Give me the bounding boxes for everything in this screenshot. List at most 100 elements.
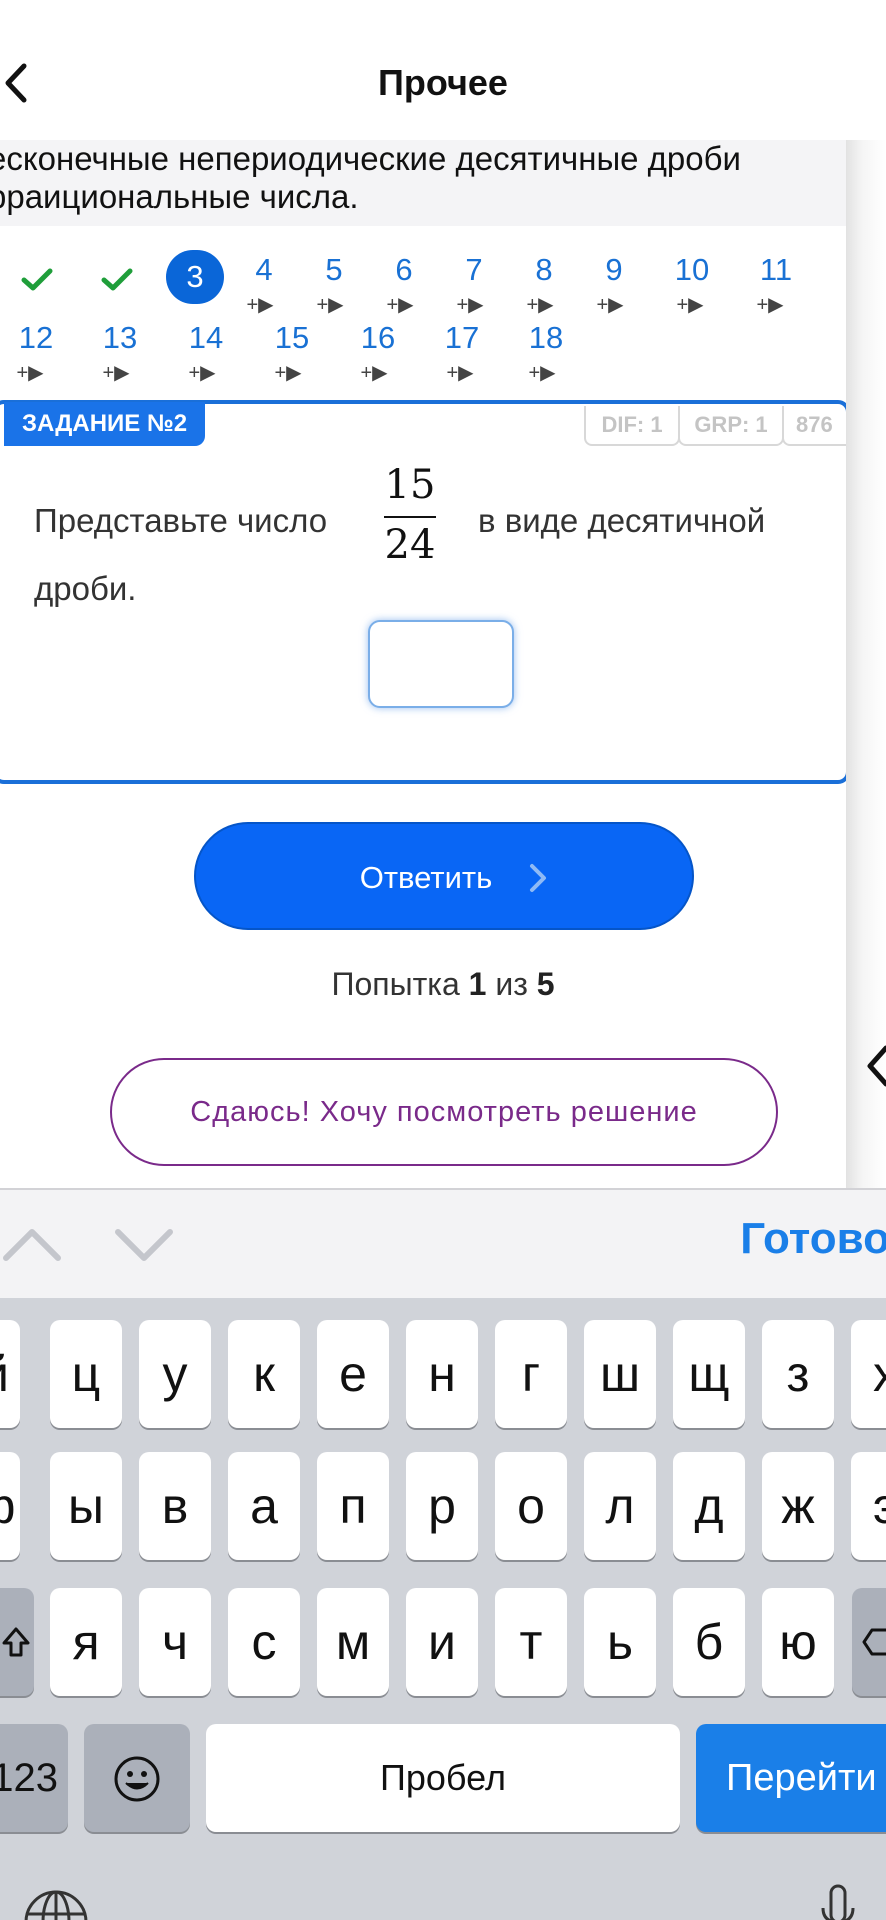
key[interactable]: к bbox=[228, 1320, 300, 1428]
chevron-left-icon[interactable] bbox=[866, 1042, 886, 1090]
task-number[interactable]: 4 bbox=[234, 252, 294, 288]
check-icon[interactable] bbox=[20, 266, 54, 294]
key[interactable]: ь bbox=[584, 1588, 656, 1696]
key[interactable]: э bbox=[851, 1452, 886, 1560]
chevron-right-icon bbox=[530, 864, 546, 892]
backspace-key[interactable] bbox=[852, 1588, 886, 1696]
video-bonus-icon: +▶ bbox=[274, 362, 302, 384]
go-key[interactable]: Перейти bbox=[696, 1724, 886, 1832]
video-bonus-icon: +▶ bbox=[246, 294, 274, 316]
task-number[interactable]: 8 bbox=[514, 252, 574, 288]
key[interactable]: н bbox=[406, 1320, 478, 1428]
video-bonus-icon: +▶ bbox=[102, 362, 130, 384]
keyboard: й ц у к е н г ш щ з х ф ы в а п р о л д … bbox=[0, 1298, 886, 1920]
task-number-current[interactable]: 3 bbox=[166, 250, 224, 304]
video-bonus-icon: +▶ bbox=[756, 294, 784, 316]
content-area: есконечные непериодические десятичные др… bbox=[0, 140, 848, 1188]
scroll-edge-shadow bbox=[846, 140, 886, 1188]
task-number[interactable]: 13 bbox=[90, 320, 150, 356]
key[interactable]: ю bbox=[762, 1588, 834, 1696]
video-bonus-icon: +▶ bbox=[526, 294, 554, 316]
video-bonus-icon: +▶ bbox=[188, 362, 216, 384]
task-number[interactable]: 7 bbox=[444, 252, 504, 288]
submit-label: Ответить bbox=[359, 860, 493, 895]
task-card: ЗАДАНИЕ №2 DIF: 1 GRP: 1 876 Представьте… bbox=[0, 400, 848, 784]
video-bonus-icon: +▶ bbox=[446, 362, 474, 384]
video-bonus-icon: +▶ bbox=[676, 294, 704, 316]
task-number[interactable]: 17 bbox=[432, 320, 492, 356]
key[interactable]: и bbox=[406, 1588, 478, 1696]
question-suffix: в виде десятичной bbox=[478, 502, 766, 539]
key[interactable]: й bbox=[0, 1320, 20, 1428]
numbers-key[interactable]: 123 bbox=[0, 1724, 68, 1832]
task-number[interactable]: 14 bbox=[176, 320, 236, 356]
intro-line-1: есконечные непериодические десятичные др… bbox=[0, 140, 741, 177]
key[interactable]: м bbox=[317, 1588, 389, 1696]
key[interactable]: а bbox=[228, 1452, 300, 1560]
globe-icon[interactable] bbox=[24, 1888, 88, 1920]
task-number[interactable]: 15 bbox=[262, 320, 322, 356]
fraction-numerator: 15 bbox=[384, 462, 436, 508]
task-number[interactable]: 18 bbox=[516, 320, 576, 356]
shift-icon bbox=[2, 1627, 30, 1657]
key[interactable]: т bbox=[495, 1588, 567, 1696]
backspace-icon bbox=[862, 1628, 886, 1656]
task-number[interactable]: 10 bbox=[662, 252, 722, 288]
video-bonus-icon: +▶ bbox=[360, 362, 388, 384]
video-bonus-icon: +▶ bbox=[528, 362, 556, 384]
answer-input[interactable] bbox=[368, 620, 514, 708]
key[interactable]: г bbox=[495, 1320, 567, 1428]
microphone-icon[interactable] bbox=[818, 1882, 858, 1920]
check-icon[interactable] bbox=[100, 266, 134, 294]
task-number[interactable]: 11 bbox=[746, 252, 806, 288]
key[interactable]: ы bbox=[50, 1452, 122, 1560]
key[interactable]: о bbox=[495, 1452, 567, 1560]
shift-key[interactable] bbox=[0, 1588, 34, 1696]
key[interactable]: х bbox=[851, 1320, 886, 1428]
chevron-up-icon[interactable] bbox=[2, 1220, 62, 1270]
key[interactable]: з bbox=[762, 1320, 834, 1428]
key[interactable]: ф bbox=[0, 1452, 20, 1560]
task-number[interactable]: 5 bbox=[304, 252, 364, 288]
task-number[interactable]: 12 bbox=[6, 320, 66, 356]
chevron-down-icon[interactable] bbox=[114, 1220, 174, 1270]
video-bonus-icon: +▶ bbox=[456, 294, 484, 316]
key[interactable]: е bbox=[317, 1320, 389, 1428]
video-bonus-icon: +▶ bbox=[16, 362, 44, 384]
fraction-bar bbox=[384, 516, 436, 518]
key[interactable]: ш bbox=[584, 1320, 656, 1428]
done-button[interactable]: Готово bbox=[740, 1214, 886, 1264]
key[interactable]: с bbox=[228, 1588, 300, 1696]
key[interactable]: я bbox=[50, 1588, 122, 1696]
task-badge: ЗАДАНИЕ №2 bbox=[4, 402, 206, 446]
key[interactable]: д bbox=[673, 1452, 745, 1560]
video-bonus-icon: +▶ bbox=[316, 294, 344, 316]
key[interactable]: л bbox=[584, 1452, 656, 1560]
group-tag: GRP: 1 bbox=[678, 406, 784, 446]
page-title: Прочее bbox=[378, 62, 508, 103]
fraction-denominator: 24 bbox=[384, 522, 436, 568]
attempt-counter: Попытка 1 из 5 bbox=[331, 966, 555, 1002]
video-bonus-icon: +▶ bbox=[386, 294, 414, 316]
key[interactable]: в bbox=[139, 1452, 211, 1560]
question-line-2: дроби. bbox=[34, 570, 137, 607]
space-key[interactable]: Пробел bbox=[206, 1724, 680, 1832]
submit-button[interactable]: Ответить bbox=[194, 822, 694, 930]
key[interactable]: п bbox=[317, 1452, 389, 1560]
task-number[interactable]: 9 bbox=[584, 252, 644, 288]
key[interactable]: б bbox=[673, 1588, 745, 1696]
intro-line-2: рраициональные числа. bbox=[0, 178, 359, 215]
task-number[interactable]: 16 bbox=[348, 320, 408, 356]
question-prefix: Представьте число bbox=[34, 502, 328, 539]
task-id-tag: 876 bbox=[782, 406, 848, 446]
key[interactable]: ч bbox=[139, 1588, 211, 1696]
give-up-button[interactable]: Сдаюсь! Хочу посмотреть решение bbox=[110, 1058, 778, 1166]
task-number[interactable]: 6 bbox=[374, 252, 434, 288]
nav-header: Прочее bbox=[0, 0, 886, 140]
key[interactable]: ц bbox=[50, 1320, 122, 1428]
key[interactable]: ж bbox=[762, 1452, 834, 1560]
key[interactable]: р bbox=[406, 1452, 478, 1560]
key[interactable]: у bbox=[139, 1320, 211, 1428]
key[interactable]: щ bbox=[673, 1320, 745, 1428]
emoji-key[interactable] bbox=[84, 1724, 190, 1832]
